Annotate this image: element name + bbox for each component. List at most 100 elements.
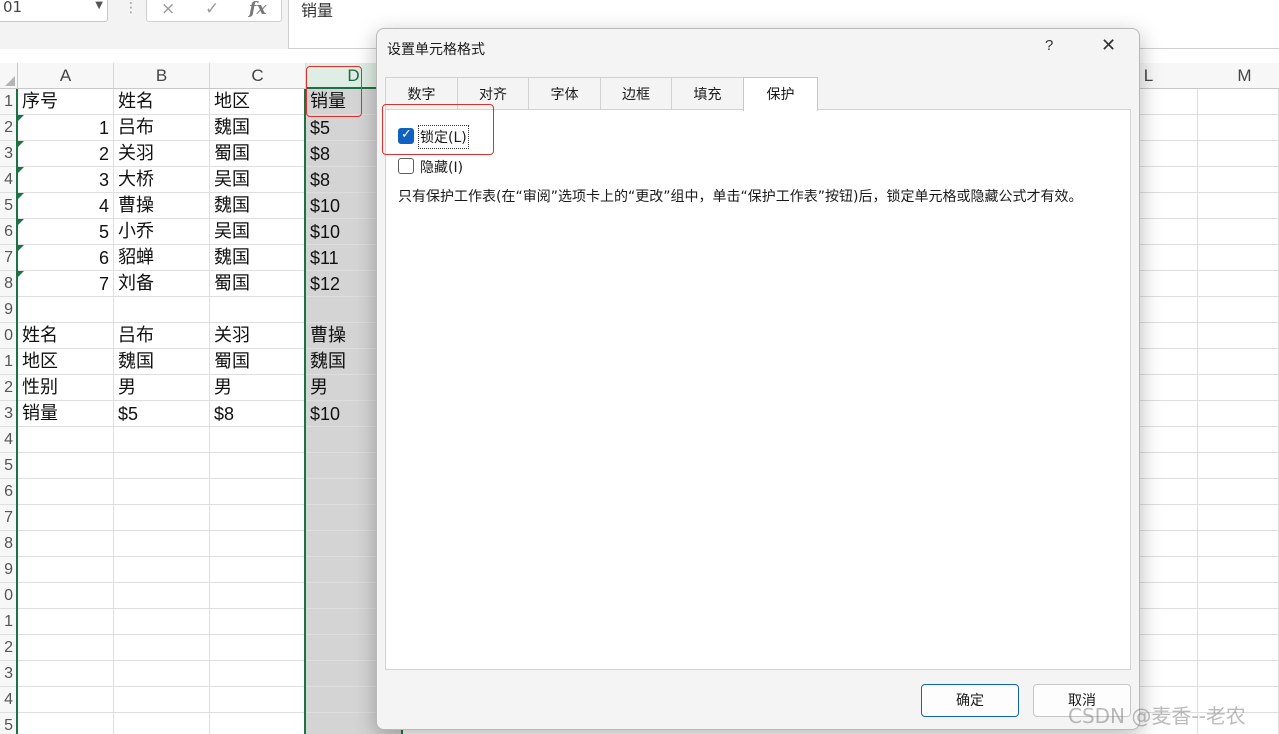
cell-b[interactable] xyxy=(114,687,210,713)
cell-a[interactable] xyxy=(18,713,114,734)
cell-b[interactable]: 吕布 xyxy=(114,115,210,141)
cell-b[interactable] xyxy=(114,505,210,531)
tab-protection[interactable]: 保护 xyxy=(743,77,818,111)
cell-a[interactable] xyxy=(18,583,114,609)
cell-m[interactable] xyxy=(1197,141,1279,167)
cell-b[interactable]: 大桥 xyxy=(114,167,210,193)
cell-b[interactable] xyxy=(114,453,210,479)
cell-a[interactable] xyxy=(18,687,114,713)
locked-label[interactable]: 锁定(L) xyxy=(418,125,469,149)
cell-a[interactable] xyxy=(18,557,114,583)
cell-a[interactable]: 6 xyxy=(18,245,114,271)
cell-b[interactable]: $5 xyxy=(114,401,210,427)
tab-border[interactable]: 边框 xyxy=(600,77,672,110)
column-header-c[interactable]: C xyxy=(210,63,306,89)
cell-b[interactable]: 貂蝉 xyxy=(114,245,210,271)
cell-a[interactable]: 姓名 xyxy=(18,323,114,349)
cell-a[interactable] xyxy=(18,427,114,453)
cell-m[interactable] xyxy=(1197,505,1279,531)
column-header-m[interactable]: M xyxy=(1197,63,1279,89)
cell-c[interactable] xyxy=(210,531,306,557)
chevron-down-icon[interactable]: ▼ xyxy=(95,0,103,11)
cell-c[interactable]: $8 xyxy=(210,401,306,427)
cell-m[interactable] xyxy=(1197,271,1279,297)
column-header-b[interactable]: B xyxy=(114,63,210,89)
cell-a[interactable]: 序号 xyxy=(18,89,114,115)
cell-c[interactable] xyxy=(210,557,306,583)
cell-c[interactable] xyxy=(210,713,306,734)
cell-c[interactable] xyxy=(210,427,306,453)
cell-a[interactable] xyxy=(18,453,114,479)
cell-b[interactable]: 吕布 xyxy=(114,323,210,349)
ok-button[interactable]: 确定 xyxy=(921,684,1019,717)
insert-function-icon[interactable]: fx xyxy=(249,0,266,19)
cell-c[interactable]: 魏国 xyxy=(210,193,306,219)
cell-c[interactable] xyxy=(210,505,306,531)
tab-fill[interactable]: 填充 xyxy=(671,77,744,110)
cell-c[interactable]: 蜀国 xyxy=(210,141,306,167)
cell-c[interactable] xyxy=(210,661,306,687)
cell-c[interactable] xyxy=(210,453,306,479)
help-icon[interactable]: ? xyxy=(1045,37,1053,54)
cell-c[interactable]: 吴国 xyxy=(210,167,306,193)
cell-m[interactable] xyxy=(1197,375,1279,401)
cell-b[interactable] xyxy=(114,297,210,323)
cell-c[interactable]: 魏国 xyxy=(210,245,306,271)
cell-a[interactable] xyxy=(18,531,114,557)
cell-c[interactable]: 关羽 xyxy=(210,323,306,349)
cell-m[interactable] xyxy=(1197,609,1279,635)
name-box[interactable]: 01 ▼ xyxy=(0,0,108,22)
cell-m[interactable] xyxy=(1197,297,1279,323)
cell-a[interactable] xyxy=(18,297,114,323)
hidden-label[interactable]: 隐藏(I) xyxy=(420,157,463,177)
cell-b[interactable]: 男 xyxy=(114,375,210,401)
cell-a[interactable]: 销量 xyxy=(18,401,114,427)
cell-b[interactable] xyxy=(114,609,210,635)
cell-a[interactable]: 性别 xyxy=(18,375,114,401)
cell-b[interactable]: 刘备 xyxy=(114,271,210,297)
column-header-a[interactable]: A xyxy=(18,63,114,89)
cell-b[interactable] xyxy=(114,479,210,505)
cell-a[interactable]: 4 xyxy=(18,193,114,219)
cell-m[interactable] xyxy=(1197,635,1279,661)
cell-b[interactable] xyxy=(114,661,210,687)
tab-alignment[interactable]: 对齐 xyxy=(457,77,529,110)
cell-m[interactable] xyxy=(1197,323,1279,349)
select-all-corner[interactable] xyxy=(0,63,18,89)
cell-a[interactable] xyxy=(18,505,114,531)
locked-checkbox[interactable]: ✓ xyxy=(398,127,414,144)
cell-a[interactable]: 2 xyxy=(18,141,114,167)
cell-c[interactable] xyxy=(210,609,306,635)
cell-m[interactable] xyxy=(1197,245,1279,271)
cell-c[interactable] xyxy=(210,687,306,713)
drag-handle-icon[interactable]: ⋮ xyxy=(124,0,138,16)
hidden-checkbox[interactable] xyxy=(398,158,414,174)
cell-m[interactable] xyxy=(1197,219,1279,245)
cell-m[interactable] xyxy=(1197,479,1279,505)
cell-c[interactable] xyxy=(210,479,306,505)
cell-b[interactable]: 姓名 xyxy=(114,89,210,115)
cell-c[interactable]: 地区 xyxy=(210,89,306,115)
cell-c[interactable]: 吴国 xyxy=(210,219,306,245)
cell-c[interactable] xyxy=(210,635,306,661)
tab-font[interactable]: 字体 xyxy=(528,77,601,110)
cell-b[interactable]: 曹操 xyxy=(114,193,210,219)
cell-b[interactable]: 关羽 xyxy=(114,141,210,167)
cell-a[interactable]: 7 xyxy=(18,271,114,297)
cell-a[interactable]: 地区 xyxy=(18,349,114,375)
cell-m[interactable] xyxy=(1197,583,1279,609)
cell-m[interactable] xyxy=(1197,89,1279,115)
cell-m[interactable] xyxy=(1197,349,1279,375)
cell-b[interactable] xyxy=(114,531,210,557)
cell-m[interactable] xyxy=(1197,115,1279,141)
cancel-icon[interactable]: × xyxy=(161,0,175,19)
cell-m[interactable] xyxy=(1197,453,1279,479)
cell-a[interactable]: 5 xyxy=(18,219,114,245)
cell-a[interactable]: 1 xyxy=(18,115,114,141)
cell-b[interactable] xyxy=(114,583,210,609)
cell-b[interactable] xyxy=(114,557,210,583)
close-icon[interactable]: ✕ xyxy=(1101,35,1116,56)
cell-b[interactable] xyxy=(114,635,210,661)
cell-b[interactable] xyxy=(114,427,210,453)
cell-b[interactable] xyxy=(114,713,210,734)
